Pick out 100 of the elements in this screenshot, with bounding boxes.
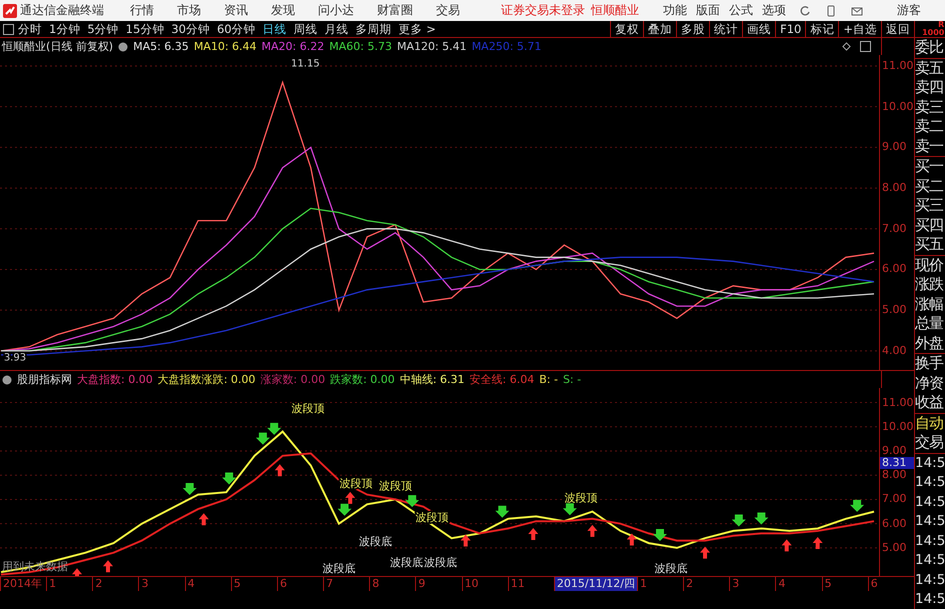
period-tab[interactable]: 周线	[294, 22, 318, 36]
quote-label: 外盘	[915, 334, 944, 353]
axis-label: 8.00	[882, 182, 906, 194]
phone-icon[interactable]	[825, 4, 837, 16]
period-tab[interactable]: 更多 >	[398, 22, 436, 36]
down-arrow-icon	[405, 495, 420, 508]
period-tab[interactable]: 日线	[262, 22, 287, 36]
period-tab[interactable]: 分时	[18, 22, 42, 36]
period-tab[interactable]: 1分钟	[49, 22, 80, 36]
menu-item[interactable]: 公式	[729, 2, 753, 19]
period-tab[interactable]: 多周期	[356, 22, 392, 36]
axis-label: 3	[138, 577, 185, 591]
menu-item[interactable]: 功能	[663, 2, 687, 19]
badge-text: R	[937, 21, 944, 29]
axis-label: 8	[369, 577, 416, 591]
axis-label: 2014年	[0, 577, 46, 591]
panel-toggle-icon[interactable]	[860, 41, 871, 52]
legend-value: MA120: 5.41	[396, 40, 467, 53]
period-tab[interactable]: 15分钟	[126, 22, 164, 36]
axis-label: 3	[729, 577, 776, 591]
down-arrow-icon	[256, 432, 270, 445]
collapse-icon[interactable]	[118, 42, 128, 52]
axis-label: 7.00	[882, 222, 906, 235]
down-arrow-icon	[850, 500, 864, 512]
menu-item[interactable]: 发现	[269, 2, 297, 19]
trade-time: 14:5	[915, 473, 945, 492]
panel-toggle-icon[interactable]	[3, 24, 14, 34]
legend-value: 大盘指数涨跌: 0.00	[158, 372, 256, 387]
stock-link[interactable]: 恒顺醋业	[591, 2, 639, 19]
chart-label: 波段底	[424, 556, 457, 569]
axis-label: 11.00	[882, 60, 914, 72]
quote-label: 卖五	[915, 58, 944, 78]
chart-label: 3.93	[4, 352, 26, 364]
menu-item[interactable]: 问小达	[316, 2, 356, 19]
axis-label: 9.00	[882, 444, 906, 457]
menu-item[interactable]: 资讯	[222, 2, 250, 19]
legend-value: MA5: 6.35	[133, 40, 189, 53]
axis-label: 8.00	[882, 469, 906, 482]
quote-label: 卖四	[915, 78, 944, 98]
quote-label: 净资	[915, 374, 944, 393]
axis-label: 6	[868, 577, 914, 591]
trade-time: 14:5	[915, 532, 945, 550]
axis-label: 7	[323, 577, 370, 591]
collapse-icon[interactable]	[2, 374, 12, 384]
axis-label: 4.00	[882, 344, 906, 357]
up-arrow-icon	[198, 513, 209, 526]
menu-item[interactable]: 财富圈	[375, 2, 415, 19]
diamond-icon[interactable]	[842, 42, 851, 51]
axis-label: 4	[775, 577, 822, 591]
up-arrow-icon	[345, 492, 356, 504]
chart-label: 波段底	[359, 535, 392, 548]
quote-label: 卖二	[915, 117, 944, 136]
refresh-icon[interactable]	[799, 4, 811, 16]
app-logo-icon	[3, 4, 17, 18]
quote-label: 买三	[915, 196, 944, 216]
period-tab[interactable]: 5分钟	[87, 22, 119, 36]
chart-label: 波段底	[322, 562, 356, 575]
legend-value: MA60: 5.73	[329, 40, 392, 53]
down-arrow-icon	[562, 503, 577, 516]
legend-value: 涨家数: 0.00	[260, 372, 326, 387]
menu-item[interactable]: 交易	[434, 2, 462, 19]
down-arrow-icon	[732, 514, 746, 526]
quote-label: 涨跌	[915, 275, 944, 294]
value-marker: 8.31	[880, 456, 914, 469]
mail-icon[interactable]	[851, 4, 863, 16]
user-name[interactable]: 游客	[897, 2, 921, 19]
menu-item[interactable]: 版面	[696, 2, 720, 19]
down-arrow-icon	[495, 506, 510, 518]
axis-label: 5.00	[882, 542, 906, 554]
axis-label: 9.00	[882, 141, 906, 154]
axis-label: 2015/11/12/四	[554, 577, 637, 591]
up-arrow-icon	[72, 568, 82, 576]
up-arrow-icon	[782, 539, 792, 552]
legend-value: 安全线: 6.04	[470, 372, 534, 387]
legend-value: B: -	[539, 373, 558, 386]
up-arrow-icon	[460, 534, 471, 547]
quote-label: 自动	[915, 414, 944, 433]
quote-label: 买五	[915, 235, 944, 254]
axis-label: 7.00	[882, 493, 906, 506]
chart-label: 波段底	[390, 556, 424, 569]
menu-item[interactable]: 市场	[175, 2, 203, 19]
quote-label: 交易	[915, 433, 944, 452]
axis-label: 10.00	[882, 100, 914, 113]
menu-item[interactable]: 选项	[762, 2, 786, 19]
trade-time: 14:5	[915, 454, 945, 472]
up-arrow-icon	[528, 528, 538, 540]
up-arrow-icon	[103, 560, 114, 572]
menu-item[interactable]: 行情	[128, 2, 156, 19]
axis-label: 6	[276, 577, 324, 591]
axis-label: 4	[184, 577, 231, 591]
period-tab[interactable]: 月线	[324, 22, 349, 36]
trade-time: 14:5	[915, 492, 945, 512]
quote-label: 卖一	[915, 136, 944, 156]
period-tab[interactable]: 30分钟	[171, 22, 210, 36]
down-arrow-icon	[182, 482, 197, 495]
down-arrow-icon	[267, 422, 282, 435]
period-tab[interactable]: 60分钟	[216, 22, 256, 36]
axis-label: 1	[46, 577, 92, 591]
quote-label: 卖三	[915, 98, 944, 117]
quote-label: 委比	[915, 38, 944, 58]
